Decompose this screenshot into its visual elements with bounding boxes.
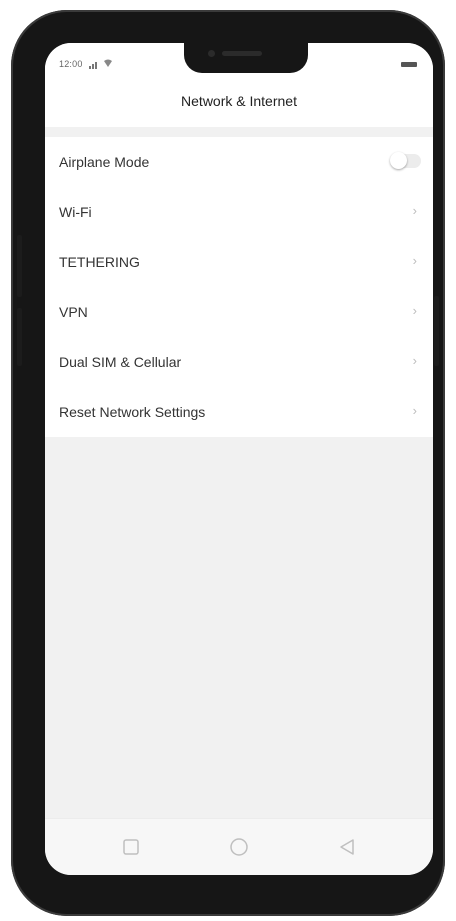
row-label: Reset Network Settings (59, 404, 206, 420)
battery-icon (401, 62, 417, 67)
volume-up-button (17, 235, 22, 297)
chevron-right-icon: › (412, 203, 417, 218)
settings-list: Airplane Mode Wi-Fi › TETHERING › VPN › (45, 137, 433, 437)
triangle-back-icon[interactable] (337, 837, 357, 857)
volume-down-button (17, 308, 22, 366)
signal-icon (89, 62, 97, 69)
row-label: Dual SIM & Cellular (59, 354, 182, 370)
navigation-bar (45, 818, 433, 875)
earpiece-speaker (222, 51, 262, 56)
row-label: VPN (59, 304, 88, 320)
toggle-knob (390, 152, 407, 169)
power-button (434, 296, 439, 366)
settings-row-vpn[interactable]: VPN › (45, 287, 433, 337)
wifi-icon (104, 59, 112, 67)
settings-row-reset-network-settings[interactable]: Reset Network Settings › (45, 387, 433, 437)
title-bar: Network & Internet (45, 77, 433, 127)
square-recents-icon[interactable] (121, 837, 141, 857)
chevron-right-icon: › (412, 253, 417, 268)
chevron-right-icon: › (412, 403, 417, 418)
settings-row-wifi[interactable]: Wi-Fi › (45, 187, 433, 237)
phone-screen: 12:00 Network & Internet Airplane Mode W… (45, 43, 433, 875)
device-mockup: 12:00 Network & Internet Airplane Mode W… (0, 0, 456, 921)
settings-row-dual-sim-cellular[interactable]: Dual SIM & Cellular › (45, 337, 433, 387)
chevron-right-icon: › (412, 353, 417, 368)
settings-row-airplane-mode[interactable]: Airplane Mode (45, 137, 433, 187)
row-label: TETHERING (59, 254, 140, 270)
circle-home-icon[interactable] (229, 837, 249, 857)
status-time: 12:00 (59, 59, 83, 69)
page-title: Network & Internet (181, 93, 297, 109)
phone-body: 12:00 Network & Internet Airplane Mode W… (11, 10, 445, 916)
chevron-right-icon: › (412, 303, 417, 318)
settings-row-tethering[interactable]: TETHERING › (45, 237, 433, 287)
row-label: Airplane Mode (59, 154, 150, 170)
airplane-mode-toggle[interactable] (390, 152, 421, 169)
row-label: Wi-Fi (59, 204, 92, 220)
section-spacer (45, 127, 433, 137)
front-camera (208, 50, 215, 57)
display-notch (184, 43, 308, 73)
